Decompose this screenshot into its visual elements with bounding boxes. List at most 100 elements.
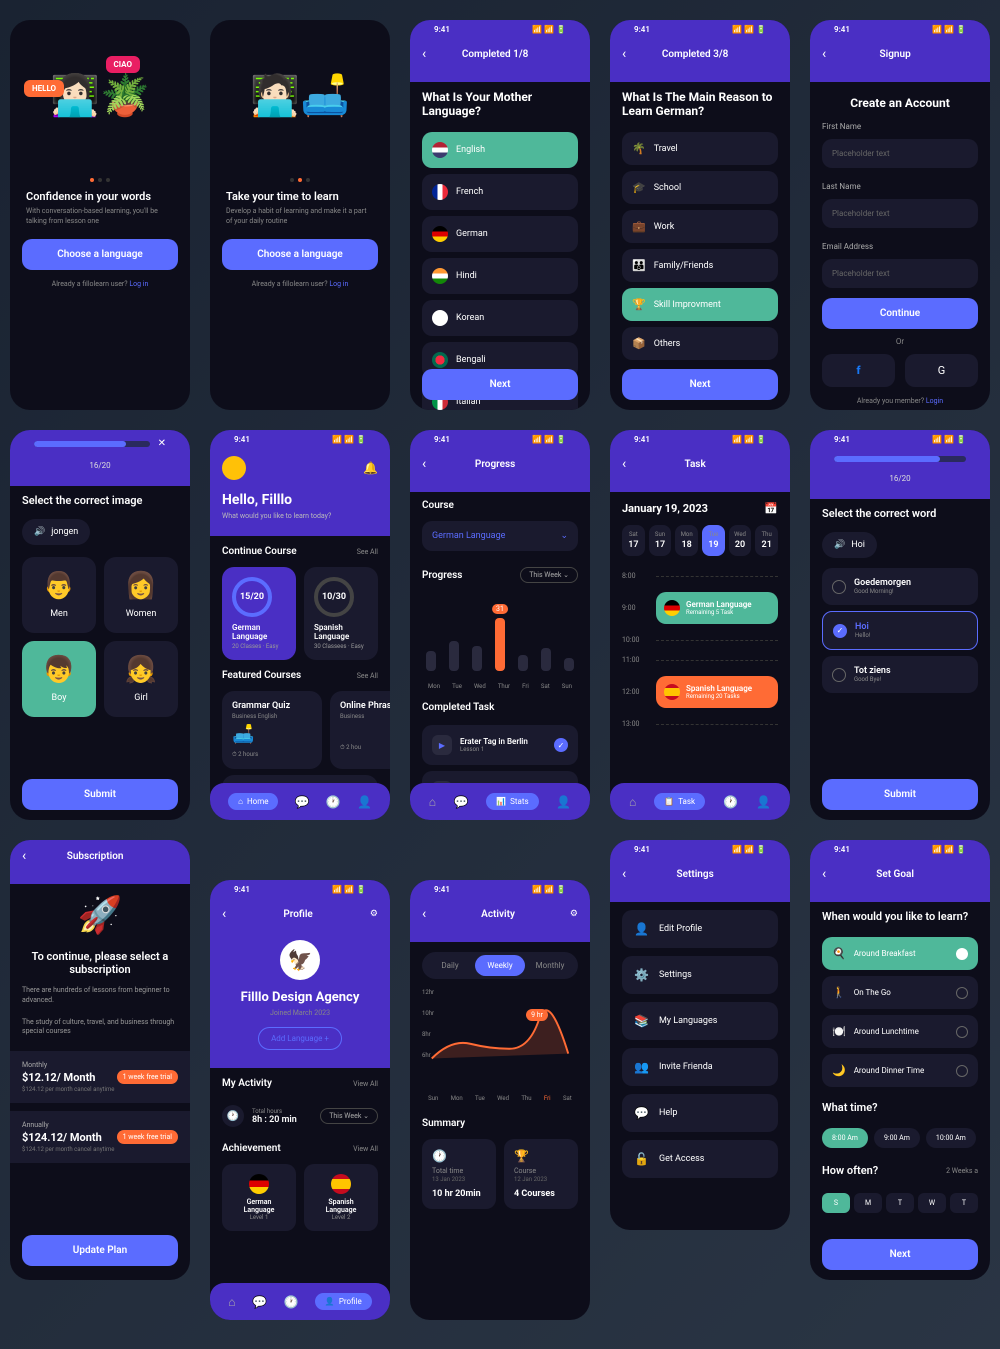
last-name-input[interactable]: Placeholder text <box>822 199 978 228</box>
audio-play-chip[interactable]: 🔊Hoi <box>822 532 877 558</box>
achievement-spanish[interactable]: Spanish LanguageLevel 2 <box>304 1164 378 1231</box>
nav-home[interactable]: ⌂ <box>228 1293 235 1310</box>
course-card-german[interactable]: 15/20German Language20 Classes · Easy <box>222 567 296 660</box>
language-option-korean[interactable]: Korean <box>422 300 578 336</box>
login-link[interactable]: Log in <box>329 280 348 288</box>
nav-profile[interactable]: 👤 <box>756 793 771 810</box>
calendar-day[interactable]: Thu21 <box>755 525 778 556</box>
word-option[interactable]: Tot ziensGood Bye! <box>822 656 978 693</box>
reason-option-skill[interactable]: 🏆Skill Improvment <box>622 288 778 321</box>
word-option[interactable]: GoedemorgenGood Morning! <box>822 568 978 605</box>
see-all-link[interactable]: See All <box>357 548 378 556</box>
submit-button[interactable]: Submit <box>822 779 978 810</box>
calendar-day[interactable]: Wed20 <box>729 525 752 556</box>
goal-option-on-the-go[interactable]: 🚶On The Go <box>822 976 978 1009</box>
calendar-day[interactable]: Sat17 <box>622 525 645 556</box>
settings-languages[interactable]: 📚My Languages <box>622 1002 778 1040</box>
schedule-card-german[interactable]: German LanguageRemaining 5 Task <box>656 592 778 624</box>
login-link[interactable]: Login <box>926 397 943 405</box>
choose-language-button[interactable]: Choose a language <box>222 239 378 270</box>
featured-grammar-quiz[interactable]: Grammar QuizBusiness English🛋️⏱ 2 hours <box>222 691 322 769</box>
time-chip[interactable]: 8:00 Am <box>822 1128 868 1148</box>
option-women[interactable]: 👩Women <box>104 557 178 633</box>
word-option-selected[interactable]: HoiHello! <box>822 611 978 650</box>
option-girl[interactable]: 👧Girl <box>104 641 178 717</box>
settings-icon[interactable]: ⚙ <box>570 909 578 919</box>
nav-clock[interactable]: 🕐 <box>326 793 341 810</box>
nav-clock[interactable]: 🕐 <box>283 1293 298 1310</box>
reason-option-school[interactable]: 🎓School <box>622 171 778 204</box>
first-name-input[interactable]: Placeholder text <box>822 139 978 168</box>
schedule-card-spanish[interactable]: Spanish LanguageRemaining 20 Tasks <box>656 676 778 708</box>
day-chip[interactable]: T <box>886 1193 914 1213</box>
reason-option-travel[interactable]: 🌴Travel <box>622 132 778 165</box>
audio-play-chip[interactable]: 🔊jongen <box>22 519 90 545</box>
goal-option-breakfast[interactable]: 🍳Around Breakfast <box>822 937 978 970</box>
language-option-french[interactable]: French <box>422 174 578 210</box>
notification-icon[interactable]: 🔔 <box>363 461 378 475</box>
nav-task[interactable]: 📋Task <box>654 793 705 810</box>
calendar-icon[interactable]: 📅 <box>764 502 778 515</box>
option-men[interactable]: 👨Men <box>22 557 96 633</box>
continue-button[interactable]: Continue <box>822 298 978 329</box>
plan-annual[interactable]: Annually$124.12/ Month$124.12 per month … <box>10 1111 190 1163</box>
next-button[interactable]: Next <box>822 1239 978 1270</box>
featured-online-phrases[interactable]: Online PhrasBusiness⏱ 2 hou <box>330 691 390 769</box>
settings-edit-profile[interactable]: 👤Edit Profile <box>622 910 778 948</box>
seg-weekly[interactable]: Weekly <box>475 955 525 976</box>
time-chip[interactable]: 10:00 Am <box>926 1128 976 1148</box>
settings-access[interactable]: 🔓Get Access <box>622 1140 778 1178</box>
filter-dropdown[interactable]: This Week ⌄ <box>520 567 578 583</box>
google-login-button[interactable]: G <box>905 354 978 387</box>
user-avatar[interactable] <box>222 456 246 480</box>
reason-option-others[interactable]: 📦Others <box>622 327 778 360</box>
course-card-spanish[interactable]: 10/30Spanish Language30 Classees · Easy <box>304 567 378 660</box>
language-option-hindi[interactable]: Hindi <box>422 258 578 294</box>
seg-monthly[interactable]: Monthly <box>525 955 575 976</box>
submit-button[interactable]: Submit <box>22 779 178 810</box>
plan-monthly[interactable]: Monthly$12.12/ Month$124.12 per month ca… <box>10 1051 190 1103</box>
filter-dropdown[interactable]: This Week ⌄ <box>320 1108 378 1124</box>
login-link[interactable]: Log in <box>129 280 148 288</box>
nav-chat[interactable]: 💬 <box>295 793 310 810</box>
day-chip[interactable]: M <box>854 1193 882 1213</box>
goal-option-dinner[interactable]: 🌙Around Dinner Time <box>822 1054 978 1087</box>
time-chip[interactable]: 9:00 Am <box>874 1128 920 1148</box>
profile-avatar[interactable]: 🦅 <box>280 940 320 980</box>
settings-invite[interactable]: 👥Invite Frienda <box>622 1048 778 1086</box>
language-option-english[interactable]: English <box>422 132 578 168</box>
add-language-button[interactable]: Add Language + <box>258 1027 342 1050</box>
nav-chat[interactable]: 💬 <box>252 1293 267 1310</box>
settings-icon[interactable]: ⚙ <box>370 909 378 919</box>
day-chip[interactable]: S <box>822 1193 850 1213</box>
calendar-day[interactable]: Mon18 <box>675 525 698 556</box>
facebook-login-button[interactable]: f <box>822 354 895 387</box>
course-dropdown[interactable]: German Language⌄ <box>422 521 578 551</box>
day-chip[interactable]: T <box>950 1193 978 1213</box>
reason-option-family[interactable]: 👪Family/Friends <box>622 249 778 282</box>
day-chip[interactable]: W <box>918 1193 946 1213</box>
nav-profile[interactable]: 👤Profile <box>315 1293 372 1310</box>
reason-option-work[interactable]: 💼Work <box>622 210 778 243</box>
view-all-link[interactable]: View All <box>353 1145 378 1153</box>
seg-daily[interactable]: Daily <box>425 955 475 976</box>
nav-home[interactable]: ⌂ <box>429 793 436 810</box>
calendar-day-active[interactable]: Tue19 <box>702 525 725 556</box>
nav-home[interactable]: ⌂ <box>629 793 636 810</box>
settings-help[interactable]: 💬Help <box>622 1094 778 1132</box>
calendar-day[interactable]: Sun17 <box>649 525 672 556</box>
nav-stats[interactable]: 📊Stats <box>486 793 538 810</box>
next-button[interactable]: Next <box>622 369 778 400</box>
achievement-german[interactable]: German LanguageLevel 1 <box>222 1164 296 1231</box>
nav-home[interactable]: ⌂Home <box>228 793 278 810</box>
language-option-german[interactable]: German <box>422 216 578 252</box>
email-input[interactable]: Placeholder text <box>822 259 978 288</box>
option-boy[interactable]: 👦Boy <box>22 641 96 717</box>
view-all-link[interactable]: View All <box>353 1080 378 1088</box>
task-item[interactable]: ▶Erater Tag in BerlinLesson 1✓ <box>422 725 578 765</box>
settings-settings[interactable]: ⚙️Settings <box>622 956 778 994</box>
close-button[interactable]: ✕ <box>158 438 166 449</box>
goal-option-lunchtime[interactable]: 🍽️Around Lunchtime <box>822 1015 978 1048</box>
nav-clock[interactable]: 🕐 <box>723 793 738 810</box>
next-button[interactable]: Next <box>422 369 578 400</box>
